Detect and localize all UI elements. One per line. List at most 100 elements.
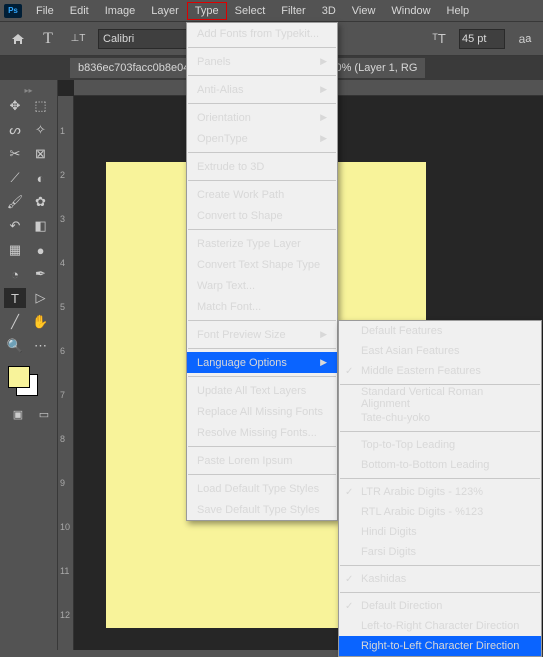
- submenu-item-label: Kashidas: [361, 573, 406, 585]
- type-tool-icon: T: [38, 29, 58, 49]
- separator: [340, 478, 540, 479]
- panel-grip-icon[interactable]: ▸▸: [0, 86, 57, 96]
- menubar: Ps FileEditImageLayerTypeSelectFilter3DV…: [0, 0, 543, 22]
- menu-item[interactable]: Create Work Path: [187, 184, 337, 205]
- menu-item[interactable]: Anti-Alias▶: [187, 79, 337, 100]
- quick-mask-icon[interactable]: ▣: [8, 404, 28, 424]
- foreground-color[interactable]: [8, 366, 30, 388]
- menu-item[interactable]: Replace All Missing Fonts: [187, 401, 337, 422]
- submenu-item-label: Tate-chu-yoko: [361, 412, 430, 424]
- menu-item[interactable]: Warp Text...: [187, 275, 337, 296]
- menu-item-label: Update All Text Layers: [197, 385, 306, 397]
- submenu-item[interactable]: East Asian Features: [339, 341, 541, 361]
- char-panel-icon[interactable]: ᵀT: [429, 29, 449, 49]
- eraser-tool[interactable]: ◧: [30, 216, 52, 236]
- type-tool[interactable]: T: [4, 288, 26, 308]
- marquee-tool[interactable]: ⬚: [30, 96, 52, 116]
- screen-mode-icon[interactable]: ▭: [34, 404, 54, 424]
- line-tool[interactable]: ╱: [4, 312, 26, 332]
- submenu-arrow-icon: ▶: [320, 329, 327, 340]
- menu-3d[interactable]: 3D: [314, 2, 344, 20]
- submenu-item[interactable]: ✓Default Direction: [339, 596, 541, 616]
- dodge-tool[interactable]: ◔: [4, 264, 26, 284]
- menu-item-label: Anti-Alias: [197, 84, 243, 96]
- menu-item[interactable]: Load Default Type Styles: [187, 478, 337, 499]
- font-size-select[interactable]: 45 pt: [459, 29, 505, 49]
- menu-filter[interactable]: Filter: [273, 2, 313, 20]
- text-orientation-icon[interactable]: ⊥T: [68, 29, 88, 49]
- menu-item[interactable]: Orientation▶: [187, 107, 337, 128]
- stamp-tool[interactable]: ✿: [30, 192, 52, 212]
- menu-file[interactable]: File: [28, 2, 62, 20]
- submenu-item-label: Middle Eastern Features: [361, 365, 481, 377]
- heal-tool[interactable]: ◐: [30, 168, 52, 188]
- menu-help[interactable]: Help: [439, 2, 478, 20]
- ps-icon: Ps: [4, 4, 22, 18]
- menu-type[interactable]: Type: [187, 2, 227, 20]
- separator: [340, 565, 540, 566]
- tab-title: b836ec703facc0b8e04: [78, 62, 189, 74]
- ruler-tick: 10: [60, 522, 70, 532]
- menu-image[interactable]: Image: [97, 2, 144, 20]
- menu-item-label: Add Fonts from Typekit...: [197, 28, 319, 40]
- submenu-item[interactable]: Default Features: [339, 321, 541, 341]
- menu-item: Paste Lorem Ipsum: [187, 450, 337, 471]
- menu-item[interactable]: Panels▶: [187, 51, 337, 72]
- menu-layer[interactable]: Layer: [143, 2, 187, 20]
- font-family-value: Calibri: [103, 33, 134, 45]
- menu-item[interactable]: Resolve Missing Fonts...: [187, 422, 337, 443]
- color-swatch[interactable]: [8, 366, 38, 396]
- menu-view[interactable]: View: [344, 2, 384, 20]
- submenu-item[interactable]: ✓Kashidas: [339, 569, 541, 589]
- menu-item[interactable]: Save Default Type Styles: [187, 499, 337, 520]
- crop-tool[interactable]: ✂: [4, 144, 26, 164]
- menu-item[interactable]: OpenType▶: [187, 128, 337, 149]
- menu-item[interactable]: Language Options ▶: [187, 352, 337, 373]
- ruler-tick: 6: [60, 346, 65, 356]
- blur-tool[interactable]: ●: [30, 240, 52, 260]
- anti-alias-icon[interactable]: aa: [515, 29, 535, 49]
- menu-item[interactable]: Extrude to 3D: [187, 156, 337, 177]
- gradient-tool[interactable]: ▦: [4, 240, 26, 260]
- hand-tool[interactable]: ✋: [30, 312, 52, 332]
- submenu-arrow-icon: ▶: [320, 357, 327, 368]
- menu-item[interactable]: Add Fonts from Typekit...: [187, 23, 337, 44]
- menu-item[interactable]: Font Preview Size▶: [187, 324, 337, 345]
- submenu-item[interactable]: Farsi Digits: [339, 542, 541, 562]
- frame-tool[interactable]: ⊠: [30, 144, 52, 164]
- menu-select[interactable]: Select: [227, 2, 274, 20]
- submenu-item[interactable]: Right-to-Left Character Direction: [339, 636, 541, 656]
- home-icon[interactable]: [8, 29, 28, 49]
- submenu-item[interactable]: ✓ LTR Arabic Digits - 123%: [339, 482, 541, 502]
- eyedrop-tool[interactable]: ⟋: [4, 168, 26, 188]
- submenu-item[interactable]: RTL Arabic Digits - %123: [339, 502, 541, 522]
- check-icon: ✓: [345, 601, 353, 612]
- menu-item[interactable]: Match Font...: [187, 296, 337, 317]
- menu-item[interactable]: Convert Text Shape Type: [187, 254, 337, 275]
- menu-item[interactable]: Update All Text Layers: [187, 380, 337, 401]
- menu-window[interactable]: Window: [383, 2, 438, 20]
- move-tool[interactable]: ✥: [4, 96, 26, 116]
- zoom-tool[interactable]: 🔍: [4, 336, 26, 356]
- submenu-item-label: LTR Arabic Digits - 123%: [361, 486, 483, 498]
- menu-item[interactable]: Convert to Shape: [187, 205, 337, 226]
- pen-tool[interactable]: ✒: [30, 264, 52, 284]
- path-tool[interactable]: ▷: [30, 288, 52, 308]
- menu-item-label: Match Font...: [197, 301, 261, 313]
- menu-item[interactable]: Rasterize Type Layer: [187, 233, 337, 254]
- more-tool[interactable]: ⋯: [30, 336, 52, 356]
- brush-tool[interactable]: 🖌: [4, 192, 26, 212]
- menu-item-label: Language Options: [197, 357, 287, 369]
- lasso-tool[interactable]: ᔕ: [4, 120, 26, 140]
- submenu-item[interactable]: Hindi Digits: [339, 522, 541, 542]
- submenu-item[interactable]: Left-to-Right Character Direction: [339, 616, 541, 636]
- submenu-item-label: Bottom-to-Bottom Leading: [361, 459, 489, 471]
- document-tab-1[interactable]: b836ec703facc0b8e04: [70, 58, 197, 78]
- menu-edit[interactable]: Edit: [62, 2, 97, 20]
- check-icon: ✓: [345, 487, 353, 498]
- language-options-submenu: Default FeaturesEast Asian Features✓Midd…: [338, 320, 542, 657]
- history-tool[interactable]: ↶: [4, 216, 26, 236]
- wand-tool[interactable]: ✧: [30, 120, 52, 140]
- submenu-item[interactable]: ✓Middle Eastern Features: [339, 361, 541, 381]
- separator: [188, 47, 336, 48]
